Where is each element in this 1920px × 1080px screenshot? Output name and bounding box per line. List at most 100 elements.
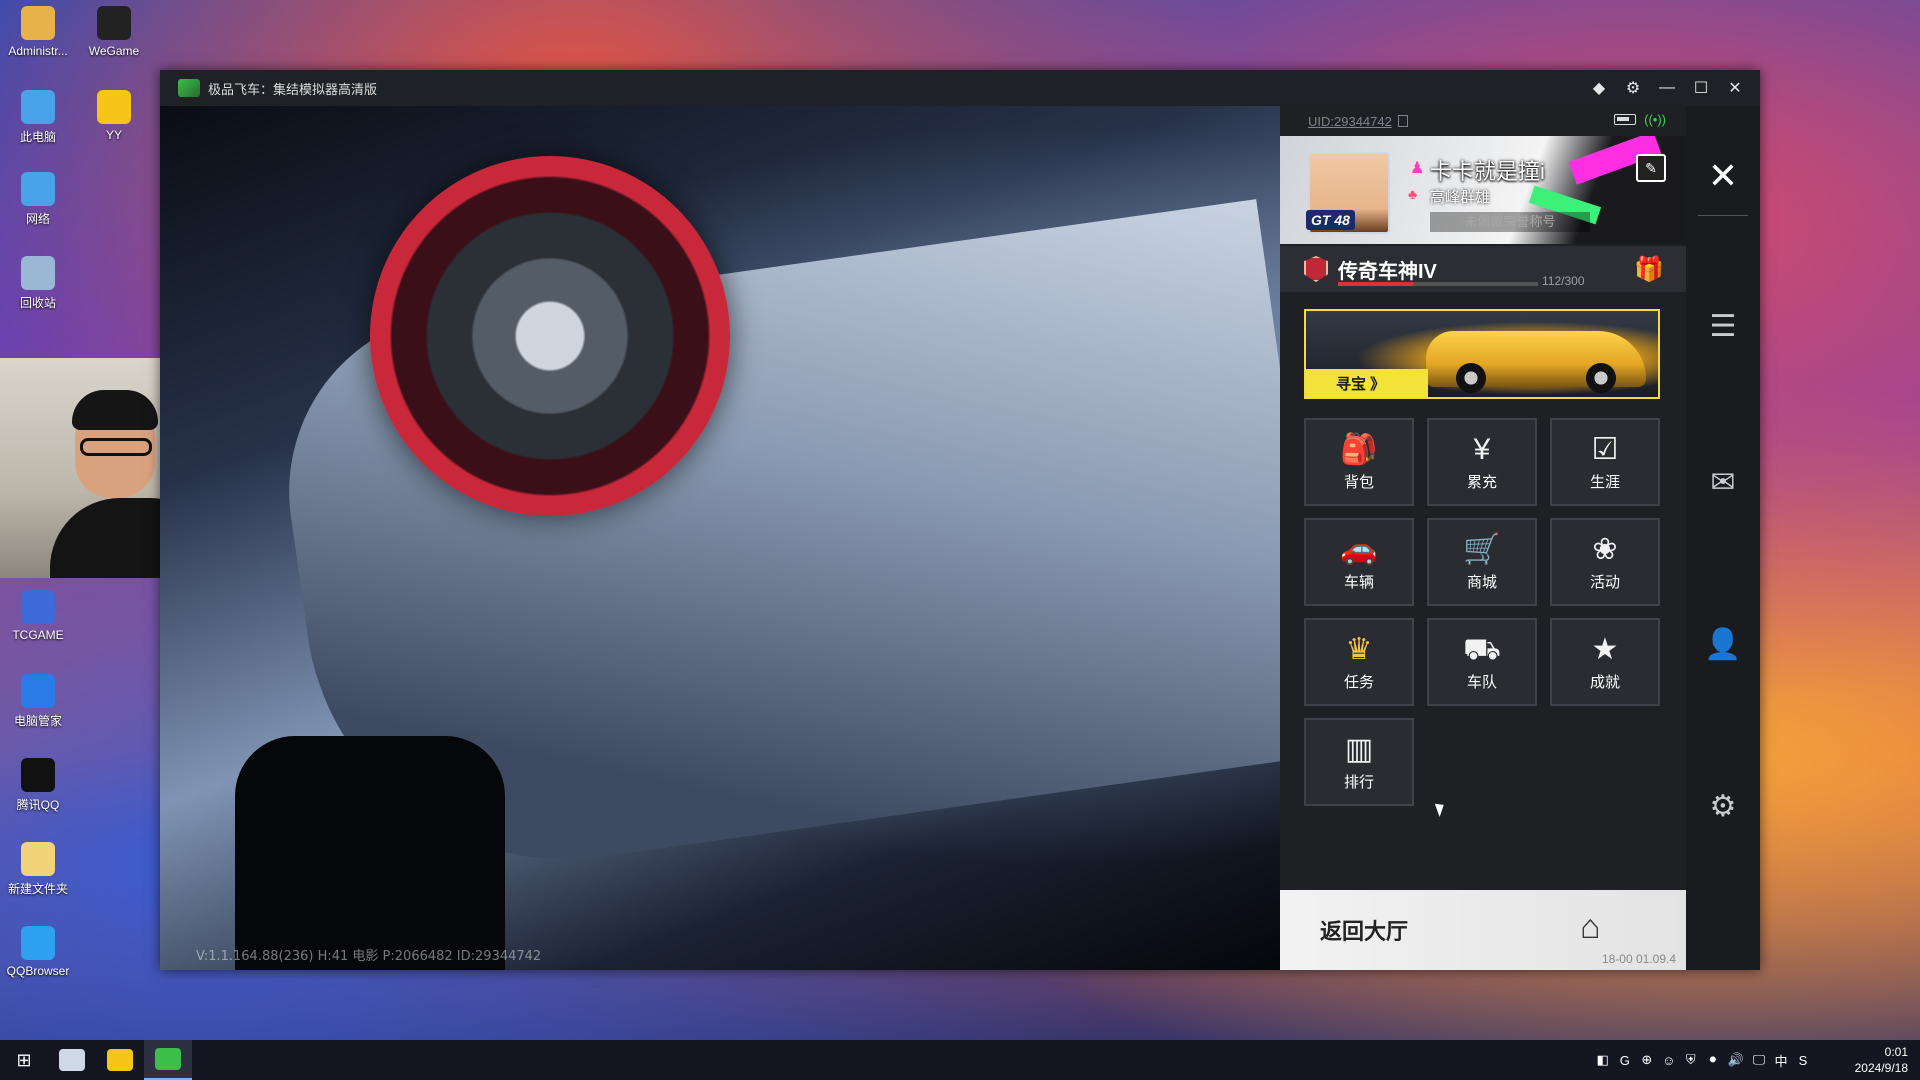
desktop-icon[interactable]: 此电脑	[0, 90, 76, 145]
level-badge: GT 48	[1306, 210, 1355, 230]
task-crown-icon: ♛	[1345, 632, 1373, 666]
profile-card[interactable]: GT 48 ♟ 卡卡就是撞i ♣ 高峰群雄 未佩戴荣誉称号 ✎	[1280, 136, 1686, 244]
return-lobby-button[interactable]: 返回大厅 ⌂ 18-00 01.09.4	[1280, 890, 1686, 970]
wegame-icon	[97, 6, 131, 40]
streamer-glasses	[80, 438, 152, 456]
desktop-icon-label: TCGAME	[12, 628, 64, 642]
desktop-icon-label: 回收站	[19, 296, 56, 310]
friend-icon[interactable]: 👤	[1686, 614, 1760, 674]
desktop-icon[interactable]: YY	[76, 90, 152, 142]
menu-tile-label: 背包	[1343, 473, 1374, 491]
menu-tile-label: 生涯	[1589, 473, 1620, 491]
menu-tile-label: 车队	[1466, 673, 1497, 691]
desktop-icon-label: YY	[105, 128, 122, 142]
qq-icon	[21, 758, 55, 792]
desktop-icon-label: Administr...	[8, 44, 68, 58]
battery-icon	[1614, 114, 1637, 125]
achievement-icon: ★	[1591, 632, 1619, 666]
menu-tile-recharge[interactable]: ¥ 累充	[1427, 418, 1537, 506]
desktop-icon[interactable]: 回收站	[0, 256, 76, 311]
taskbar: ⊞ ◧ G ⊕ ☺ ⛨ ⚫ 🔊 🖵 中 S 0:01 2024/9/18	[0, 1040, 1920, 1080]
tray-icon[interactable]: ◧	[1596, 1052, 1610, 1068]
menu-tile-label: 活动	[1589, 573, 1620, 591]
start-button[interactable]: ⊞	[0, 1040, 48, 1080]
rank-name: 传奇车神IV	[1338, 260, 1437, 283]
desktop-icon[interactable]: QQBrowser	[0, 926, 76, 978]
minimize-button[interactable]: —	[1650, 70, 1684, 106]
menu-tile-shop-cart[interactable]: 🛒 商城	[1427, 518, 1537, 606]
taskbar-yy[interactable]	[96, 1040, 144, 1080]
recharge-icon: ¥	[1473, 432, 1491, 466]
guild-name: 高峰群雄	[1430, 189, 1491, 206]
gem-icon[interactable]: ◆	[1582, 70, 1616, 106]
desktop-icon[interactable]: WeGame	[76, 6, 152, 58]
rank-row[interactable]: 传奇车神IV 112/300 🎁	[1280, 246, 1686, 292]
taskbar-explorer[interactable]	[48, 1040, 96, 1080]
desktop-icon[interactable]: 电脑管家	[0, 674, 76, 729]
window-controls: ◆ ⚙ — ☐ ✕	[1582, 70, 1752, 106]
close-menu-icon[interactable]: ✕	[1686, 146, 1760, 206]
switch-icon[interactable]: ☰	[1686, 296, 1760, 356]
tray-icon[interactable]: ⛨	[1684, 1052, 1698, 1068]
event-icon: ❀	[1592, 532, 1618, 566]
tray-icon[interactable]: ☺	[1662, 1053, 1676, 1068]
menu-tile-ranking[interactable]: ▥ 排行	[1304, 718, 1414, 806]
system-tray: ◧ G ⊕ ☺ ⛨ ⚫ 🔊 🖵 中 S	[1596, 1040, 1810, 1080]
desktop-icon-label: 网络	[25, 212, 50, 226]
game-scene[interactable]: V:1.1.164.88(236) H:41 电影 P:2066482 ID:2…	[160, 106, 1280, 970]
honor-title[interactable]: 未佩戴荣誉称号	[1430, 212, 1590, 232]
menu-tile-backpack[interactable]: 🎒 背包	[1304, 418, 1414, 506]
menu-tile-event[interactable]: ❀ 活动	[1550, 518, 1660, 606]
desktop-icon-label: 电脑管家	[13, 714, 62, 728]
career-icon: ☑	[1591, 432, 1619, 466]
gift-icon[interactable]: 🎁	[1634, 254, 1664, 284]
debug-info: V:1.1.164.88(236) H:41 电影 P:2066482 ID:2…	[196, 949, 542, 964]
settings-icon[interactable]: ⚙	[1616, 70, 1650, 106]
desktop-icon[interactable]: 网络	[0, 172, 76, 227]
edit-profile-button[interactable]: ✎	[1636, 154, 1666, 182]
uid-link[interactable]: UID:29344742	[1308, 114, 1392, 129]
desktop-icon[interactable]: Administr...	[0, 6, 76, 58]
menu-tile-label: 车辆	[1343, 573, 1374, 591]
qqbrowser-icon	[21, 926, 55, 960]
car-vent	[235, 736, 505, 970]
desktop-icon[interactable]: 新建文件夹	[0, 842, 76, 897]
mail-icon[interactable]: ✉	[1686, 452, 1760, 512]
tray-icon[interactable]: 🖵	[1752, 1052, 1766, 1068]
tray-icon[interactable]: 中	[1774, 1051, 1788, 1070]
car-tail-lamp	[370, 156, 730, 516]
menu-tile-team[interactable]: ⛟ 车队	[1427, 618, 1537, 706]
desktop-icon-label: QQBrowser	[6, 964, 70, 978]
maximize-button[interactable]: ☐	[1684, 70, 1718, 106]
right-rail: ✕ ☰ ✉ 👤 ⚙	[1686, 106, 1760, 970]
clock-date: 2024/9/18	[1854, 1061, 1908, 1075]
rank-shield-icon	[1304, 256, 1328, 282]
close-button[interactable]: ✕	[1718, 70, 1752, 106]
clock[interactable]: 0:01 2024/9/18	[1855, 1044, 1908, 1076]
menu-tile-career[interactable]: ☑ 生涯	[1550, 418, 1660, 506]
game-window: 极品飞车：集结模拟器高清版 ◆ ⚙ — ☐ ✕ V:1.1.164.88(236…	[160, 70, 1760, 970]
tray-icon[interactable]: 🔊	[1728, 1052, 1744, 1068]
ranking-icon: ▥	[1344, 732, 1374, 766]
menu-tile-label: 商城	[1466, 573, 1497, 591]
tray-icon[interactable]: ⊕	[1640, 1052, 1654, 1068]
desktop-icon-label: 新建文件夹	[7, 882, 68, 896]
desktop-icon[interactable]: 腾讯QQ	[0, 758, 76, 813]
app-icon	[178, 79, 200, 97]
treasure-label: 寻宝 》	[1306, 369, 1428, 397]
tray-icon[interactable]: ⚫	[1706, 1052, 1720, 1068]
menu-tile-label: 成就	[1589, 673, 1620, 691]
return-lobby-label: 返回大厅	[1320, 919, 1409, 944]
copy-icon[interactable]	[1397, 115, 1408, 127]
settings-gear-icon[interactable]: ⚙	[1686, 776, 1760, 836]
taskbar-game[interactable]	[144, 1040, 192, 1080]
menu-tile-task-crown[interactable]: ♛ 任务	[1304, 618, 1414, 706]
menu-tile-label: 累充	[1466, 473, 1497, 491]
tray-icon[interactable]: G	[1618, 1053, 1632, 1068]
desktop-icon[interactable]: TCGAME	[0, 590, 76, 642]
tray-icon[interactable]: S	[1796, 1053, 1810, 1068]
treasure-banner[interactable]: 寻宝 》	[1304, 309, 1660, 399]
menu-tile-car[interactable]: 🚗 车辆	[1304, 518, 1414, 606]
window-titlebar[interactable]: 极品飞车：集结模拟器高清版 ◆ ⚙ — ☐ ✕	[160, 70, 1760, 106]
menu-tile-achievement[interactable]: ★ 成就	[1550, 618, 1660, 706]
